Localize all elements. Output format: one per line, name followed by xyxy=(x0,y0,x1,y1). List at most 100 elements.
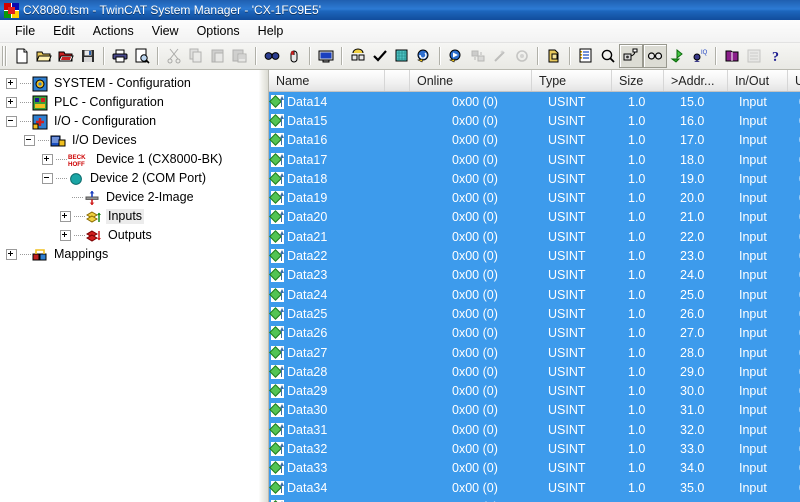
table-row[interactable]: Data31 0x00 (0) USINT 1.0 32.0 Input 0 xyxy=(269,420,800,440)
variable-name: Data14 xyxy=(287,94,328,109)
tree-node-device-2-image[interactable]: Device 2-Image xyxy=(0,188,258,207)
tree-node-i-o-configuration[interactable]: I/O - Configuration xyxy=(0,112,258,131)
help-book-icon[interactable] xyxy=(721,45,743,67)
list-body[interactable]: Data14 0x00 (0) USINT 1.0 15.0 Input 0 Data15 0x… xyxy=(269,92,800,502)
column-header-name[interactable]: Name xyxy=(269,70,385,91)
collapse-icon[interactable] xyxy=(24,135,35,146)
collapse-icon[interactable] xyxy=(42,173,53,184)
table-row[interactable]: Data14 0x00 (0) USINT 1.0 15.0 Input 0 xyxy=(269,92,800,112)
reload-devices-icon[interactable] xyxy=(413,45,435,67)
column-header-online[interactable]: Online xyxy=(410,70,532,91)
cell-online: 0x00 (0) xyxy=(452,210,498,225)
menu-options[interactable]: Options xyxy=(188,22,249,40)
column-header-inout[interactable]: In/Out xyxy=(728,70,788,91)
column-header-addr[interactable]: >Addr... xyxy=(664,70,728,91)
table-row[interactable]: Data18 0x00 (0) USINT 1.0 19.0 Input 0 xyxy=(269,169,800,189)
print-icon[interactable] xyxy=(109,45,131,67)
refresh-icon xyxy=(511,45,533,67)
open-red-icon[interactable] xyxy=(55,45,77,67)
cell-address: 15.0 xyxy=(680,94,705,109)
expand-icon[interactable] xyxy=(6,249,17,260)
cell-name: Data19 xyxy=(269,191,410,206)
column-header-blank[interactable] xyxy=(385,70,410,91)
menu-help[interactable]: Help xyxy=(249,22,293,40)
variable-name: Data29 xyxy=(287,384,328,399)
open-icon[interactable] xyxy=(33,45,55,67)
tree-node-plc-configuration[interactable]: PLC - Configuration xyxy=(0,93,258,112)
collapse-icon[interactable] xyxy=(6,116,17,127)
pane-splitter[interactable] xyxy=(258,70,269,502)
table-row[interactable]: Data27 0x00 (0) USINT 1.0 28.0 Input 0 xyxy=(269,342,800,363)
scan-devices-icon[interactable] xyxy=(347,45,369,67)
help-index-icon xyxy=(743,45,765,67)
expand-icon[interactable] xyxy=(60,230,71,241)
beckhoff-icon: BECK HOFF xyxy=(68,152,90,168)
table-row[interactable]: Data28 0x00 (0) USINT 1.0 29.0 Input 0 xyxy=(269,362,800,382)
table-row[interactable]: Data25 0x00 (0) USINT 1.0 26.0 Input 0 xyxy=(269,304,800,324)
activate-config-icon[interactable] xyxy=(391,45,413,67)
tree-node-label: Outputs xyxy=(108,228,152,242)
table-row[interactable]: Data34 0x00 (0) USINT 1.0 35.0 Input 0 xyxy=(269,477,800,498)
expand-icon[interactable] xyxy=(6,78,17,89)
menu-actions[interactable]: Actions xyxy=(84,22,143,40)
find-icon[interactable] xyxy=(261,45,283,67)
table-row[interactable]: Data32 0x00 (0) USINT 1.0 33.0 Input 0 xyxy=(269,439,800,459)
tree-node-system-configuration[interactable]: SYSTEM - Configuration xyxy=(0,74,258,93)
menu-edit[interactable]: Edit xyxy=(44,22,84,40)
cell-inout: Input xyxy=(739,287,767,302)
tree-node-device-1-cx8000-bk[interactable]: BECK HOFF Device 1 (CX8000-BK) xyxy=(0,150,258,169)
variable-list[interactable]: Name OnlineTypeSize>Addr...In/OutUser Dat… xyxy=(269,70,800,502)
table-row[interactable]: Data29 0x00 (0) USINT 1.0 30.0 Input 0 xyxy=(269,381,800,401)
menu-view[interactable]: View xyxy=(143,22,188,40)
free-run-icon[interactable] xyxy=(445,45,467,67)
input-variable-icon xyxy=(269,268,284,283)
watch-window-icon[interactable] xyxy=(643,44,667,68)
expand-icon[interactable] xyxy=(60,211,71,222)
expand-icon[interactable] xyxy=(6,97,17,108)
copy-icon xyxy=(185,45,207,67)
table-row[interactable]: Data23 0x00 (0) USINT 1.0 24.0 Input 0 xyxy=(269,265,800,285)
toolbar-gripper[interactable] xyxy=(2,46,8,66)
zoom-icon[interactable] xyxy=(597,45,619,67)
tree-node-i-o-devices[interactable]: I/O Devices xyxy=(0,131,258,150)
table-row[interactable]: Data30 0x00 (0) USINT 1.0 31.0 Input 0 xyxy=(269,400,800,421)
properties-icon[interactable] xyxy=(575,45,597,67)
cell-inout: Input xyxy=(739,306,767,321)
show-online-icon[interactable] xyxy=(619,44,643,68)
table-row[interactable]: Data16 0x00 (0) USINT 1.0 17.0 Input 0 xyxy=(269,130,800,150)
toolbar-separator xyxy=(715,47,717,65)
expand-icon[interactable] xyxy=(42,154,53,165)
new-icon[interactable] xyxy=(11,45,33,67)
append-box-icon[interactable] xyxy=(543,45,565,67)
save-icon[interactable] xyxy=(77,45,99,67)
tree-node-mappings[interactable]: Mappings xyxy=(0,245,258,264)
choose-target-icon[interactable] xyxy=(315,45,337,67)
mouse-select-icon[interactable] xyxy=(283,45,305,67)
tree-node-outputs[interactable]: Outputs xyxy=(0,226,258,245)
help-question-icon[interactable]: ? xyxy=(765,45,787,67)
export-icon[interactable] xyxy=(667,45,689,67)
import-iq-icon[interactable]: IQ xyxy=(689,45,711,67)
table-row[interactable]: Data24 0x00 (0) USINT 1.0 25.0 Input 0 xyxy=(269,284,800,305)
table-row[interactable]: Data22 0x00 (0) USINT 1.0 23.0 Input 0 xyxy=(269,246,800,266)
cell-inout: Input xyxy=(739,441,767,456)
tree-node-inputs[interactable]: Inputs xyxy=(0,207,258,226)
column-header-size[interactable]: Size xyxy=(612,70,664,91)
table-row[interactable]: Data17 0x00 (0) USINT 1.0 18.0 Input 0 xyxy=(269,149,800,170)
check-config-icon[interactable] xyxy=(369,45,391,67)
cell-user: 0 xyxy=(788,153,800,167)
table-row[interactable]: Data21 0x00 (0) USINT 1.0 22.0 Input 0 xyxy=(269,227,800,247)
column-header-type[interactable]: Type xyxy=(532,70,612,91)
table-row[interactable]: Data15 0x00 (0) USINT 1.0 16.0 Input 0 xyxy=(269,111,800,131)
cell-online: 0x00 (0) xyxy=(452,113,498,128)
menu-file[interactable]: File xyxy=(6,22,44,40)
column-header-user[interactable]: User xyxy=(788,70,800,91)
table-row[interactable]: Data20 0x00 (0) USINT 1.0 21.0 Input 0 xyxy=(269,207,800,228)
tree-node-device-2-com-port[interactable]: Device 2 (COM Port) xyxy=(0,169,258,188)
cell-user: 0 xyxy=(788,268,800,282)
print-preview-icon[interactable] xyxy=(131,45,153,67)
table-row[interactable]: Data26 0x00 (0) USINT 1.0 27.0 Input 0 xyxy=(269,323,800,343)
table-row[interactable]: Data33 0x00 (0) USINT 1.0 34.0 Input 0 xyxy=(269,458,800,478)
configuration-tree[interactable]: SYSTEM - Configuration PLC - Configuratio… xyxy=(0,70,258,502)
table-row[interactable]: Data19 0x00 (0) USINT 1.0 20.0 Input 0 xyxy=(269,188,800,208)
